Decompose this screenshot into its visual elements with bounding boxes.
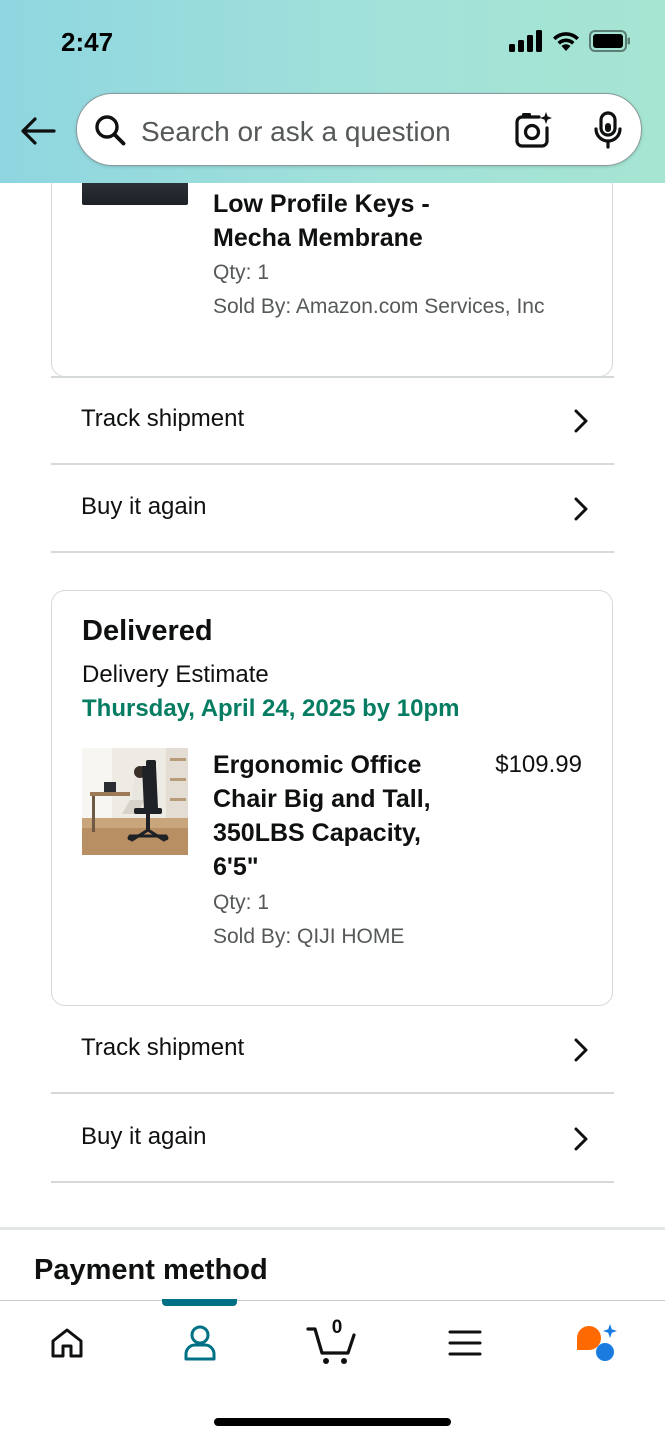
- chevron-right-icon: [574, 1127, 588, 1151]
- back-arrow-icon[interactable]: [18, 111, 58, 151]
- camera-lens-icon[interactable]: [514, 111, 552, 149]
- product-image-office-chair[interactable]: [82, 748, 188, 855]
- product-title[interactable]: Low Profile Keys - Mecha Membrane: [213, 187, 430, 255]
- section-divider: [0, 1227, 665, 1230]
- buy-it-again-label: Buy it again: [81, 493, 207, 520]
- chevron-right-icon: [574, 497, 588, 521]
- chevron-right-icon: [574, 1038, 588, 1062]
- buy-it-again-row[interactable]: Buy it again: [51, 465, 614, 553]
- divider: [51, 376, 614, 378]
- active-tab-indicator: [162, 1299, 237, 1306]
- wifi-icon: [553, 32, 579, 51]
- menu-icon: [448, 1330, 482, 1356]
- product-title[interactable]: Ergonomic Office Chair Big and Tall, 350…: [213, 748, 431, 884]
- buy-it-again-row[interactable]: Buy it again: [51, 1095, 614, 1183]
- track-shipment-label: Track shipment: [81, 1034, 245, 1061]
- product-title-line: 350LBS Capacity,: [213, 819, 421, 847]
- track-shipment-label: Track shipment: [81, 405, 245, 432]
- delivery-estimate-label: Delivery Estimate: [82, 661, 269, 688]
- home-icon: [51, 1328, 83, 1358]
- app-header: 2:47 Search or ask a question: [0, 0, 665, 183]
- search-bar[interactable]: Search or ask a question: [76, 93, 642, 166]
- delivery-date: Thursday, April 24, 2025 by 10pm: [82, 695, 460, 722]
- nav-menu[interactable]: [435, 1321, 495, 1365]
- account-icon: [184, 1325, 216, 1361]
- sold-by-label: Sold By: QIJI HOME: [213, 925, 405, 948]
- status-icons: [509, 30, 631, 52]
- microphone-icon[interactable]: [591, 111, 625, 149]
- order-details-screen: 2:47 Search or ask a question Low Profil…: [0, 0, 665, 1440]
- quantity-label: Qty: 1: [213, 891, 270, 914]
- search-icon: [95, 115, 126, 146]
- product-title-line: Ergonomic Office: [213, 751, 422, 779]
- buy-it-again-label: Buy it again: [81, 1123, 207, 1150]
- home-indicator-bar: [214, 1418, 451, 1426]
- quantity-label: Qty: 1: [213, 261, 270, 284]
- search-input[interactable]: Search or ask a question: [141, 116, 451, 148]
- track-shipment-row[interactable]: Track shipment: [51, 1006, 614, 1094]
- product-title-line: Low Profile Keys -: [213, 190, 430, 218]
- rufus-assistant-icon: [577, 1324, 617, 1361]
- payment-method-heading: Payment method: [34, 1254, 268, 1286]
- bottom-navigation: 0: [0, 1299, 665, 1440]
- cart-icon-wrapper: 0: [306, 1317, 356, 1365]
- nav-cart[interactable]: 0: [301, 1317, 361, 1365]
- nav-home[interactable]: [37, 1321, 97, 1365]
- chevron-right-icon: [574, 409, 588, 433]
- nav-account[interactable]: [170, 1321, 230, 1365]
- nav-rufus-assistant[interactable]: [566, 1321, 626, 1365]
- product-title-line: Chair Big and Tall,: [213, 785, 431, 813]
- product-title-line: 6'5": [213, 853, 259, 881]
- product-title-line: Mecha Membrane: [213, 224, 423, 252]
- cart-count-badge: 0: [331, 1317, 343, 1338]
- battery-icon: [589, 30, 630, 52]
- product-price: $109.99: [495, 751, 582, 778]
- delivery-status: Delivered: [82, 615, 213, 647]
- signal-icon: [509, 30, 542, 52]
- track-shipment-row[interactable]: Track shipment: [51, 377, 614, 465]
- sold-by-label: Sold By: Amazon.com Services, Inc: [213, 295, 545, 318]
- status-time: 2:47: [61, 27, 114, 57]
